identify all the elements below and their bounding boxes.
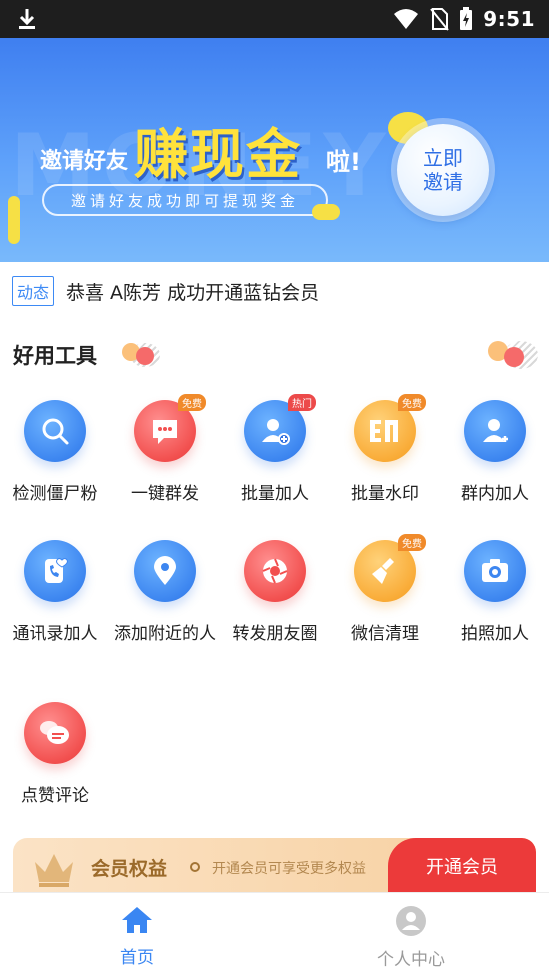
tool-contacts-add[interactable]: 通讯录加人 [0, 540, 110, 644]
tool-label: 群内加人 [461, 484, 529, 504]
system-icons: 9:51 [393, 6, 535, 32]
nav-home[interactable]: 首页 [67, 905, 207, 968]
profile-icon [396, 906, 426, 936]
tool-label: 转发朋友圈 [232, 624, 318, 644]
membership-bar[interactable]: 会员权益 开通会员可享受更多权益 开通会员 [13, 838, 536, 894]
free-badge: 免费 [398, 394, 426, 411]
section-decoration [122, 341, 162, 369]
download-icon [19, 9, 35, 29]
tool-label: 批量水印 [351, 484, 419, 504]
aperture-icon [262, 558, 288, 584]
tool-label: 拍照加人 [461, 624, 529, 644]
location-pin-icon [154, 556, 176, 585]
banner-headline: 赚现金 [134, 123, 302, 186]
nav-profile[interactable]: 个人中心 [341, 905, 481, 970]
section-title: 好用工具 [13, 344, 97, 368]
watermark-icon [370, 420, 398, 442]
bottom-navigation: 首页 个人中心 [0, 892, 549, 977]
banner-subtitle: 邀请好友成功即可提现奖金 [42, 184, 328, 216]
chat-bubble-icon [153, 420, 177, 444]
invite-banner[interactable]: MONEY 邀请好友 赚现金 啦! 邀请好友成功即可提现奖金 立即 邀请 [0, 38, 549, 262]
invite-now-button[interactable]: 立即 邀请 [397, 124, 489, 216]
tool-detect-zombie-fans[interactable]: 检测僵尸粉 [0, 400, 110, 504]
add-person-icon [262, 419, 290, 445]
membership-subtitle: 开通会员可享受更多权益 [212, 861, 366, 877]
tool-forward-moments[interactable]: 转发朋友圈 [220, 540, 330, 644]
banner-invite-text: 邀请好友 [40, 149, 129, 174]
tool-nearby-people[interactable]: 添加附近的人 [110, 540, 220, 644]
comment-icon [40, 721, 69, 744]
home-icon [122, 907, 152, 933]
no-sim-icon [430, 8, 450, 31]
nav-home-label: 首页 [120, 948, 154, 968]
broom-icon [372, 558, 394, 584]
free-badge: 免费 [178, 394, 206, 411]
tool-mass-send[interactable]: 免费 一键群发 [110, 394, 220, 504]
tool-photo-add[interactable]: 拍照加人 [440, 540, 549, 644]
battery-charging-icon [460, 7, 473, 30]
banner-suffix: 啦! [326, 148, 361, 176]
tool-group-add[interactable]: 群内加人 [440, 400, 549, 504]
tool-like-comment[interactable]: 点赞评论 [0, 702, 110, 806]
tool-label: 点赞评论 [21, 786, 89, 806]
tool-label: 通讯录加人 [12, 624, 98, 644]
ticker-tag: 动态 [12, 276, 55, 306]
section-decoration [488, 339, 538, 369]
tool-label: 添加附近的人 [114, 624, 216, 644]
membership-title: 会员权益 [91, 858, 168, 880]
tool-label: 一键群发 [131, 484, 199, 504]
magnifier-icon [42, 418, 69, 445]
status-bar: 9:51 [0, 0, 549, 38]
banner-decoration [8, 196, 20, 244]
ticker-message: 恭喜 A陈芳 成功开通蓝钻会员 [66, 281, 320, 304]
group-add-person-icon [483, 419, 508, 442]
phone-contact-icon [45, 558, 68, 583]
tool-wechat-clean[interactable]: 免费 微信清理 [330, 534, 440, 644]
free-badge: 免费 [398, 534, 426, 551]
hot-badge: 热门 [288, 394, 316, 411]
news-ticker: 动态 恭喜 A陈芳 成功开通蓝钻会员 [0, 262, 549, 320]
tool-batch-watermark[interactable]: 免费 批量水印 [330, 394, 440, 504]
tool-label: 检测僵尸粉 [12, 484, 98, 504]
camera-icon [482, 559, 508, 582]
open-membership-button[interactable]: 开通会员 [388, 838, 536, 894]
banner-decoration [312, 204, 340, 220]
tool-label: 微信清理 [351, 624, 419, 644]
invite-now-label-1: 立即 [423, 146, 463, 170]
clock: 9:51 [483, 7, 535, 31]
nav-profile-label: 个人中心 [377, 950, 445, 970]
bullet-icon [190, 862, 200, 872]
crown-icon [35, 854, 73, 887]
tool-batch-add[interactable]: 热门 批量加人 [220, 394, 330, 504]
wifi-icon [394, 9, 419, 29]
tool-label: 批量加人 [241, 484, 309, 504]
invite-now-label-2: 邀请 [423, 170, 463, 194]
